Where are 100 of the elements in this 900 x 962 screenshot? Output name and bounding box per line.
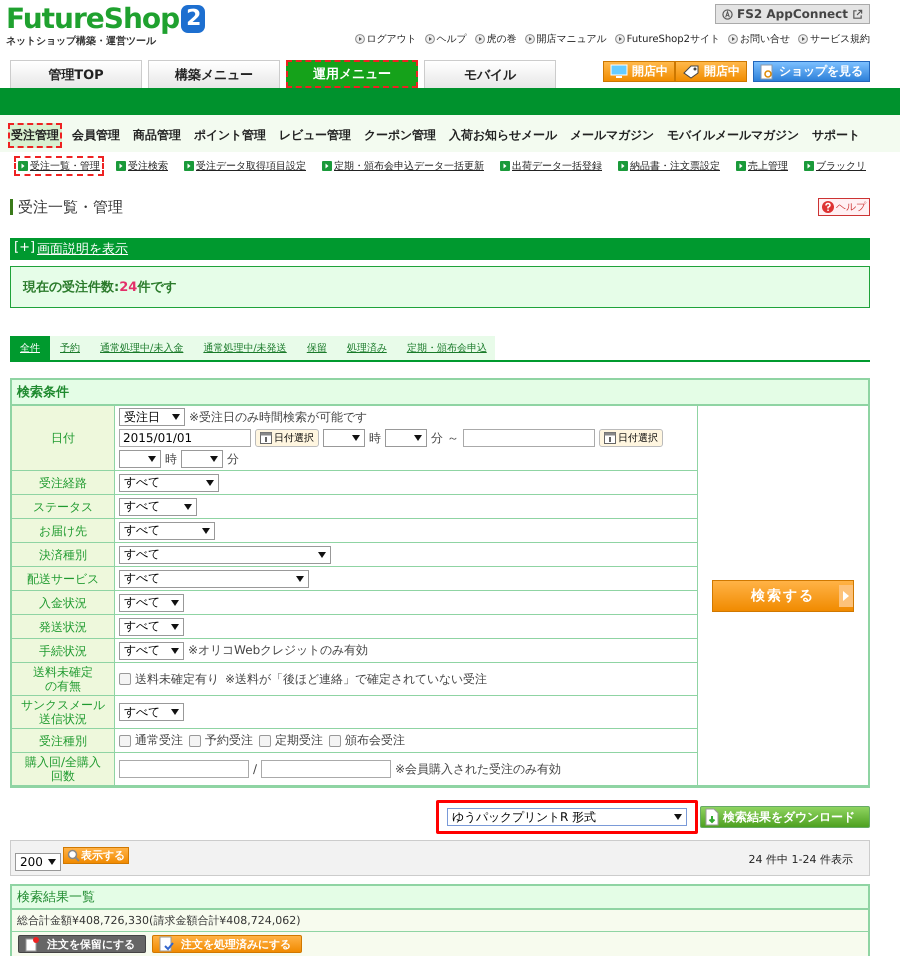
header-link[interactable]: お問い合せ (728, 32, 790, 46)
header-link[interactable]: FutureShop2サイト (614, 32, 720, 46)
arrow-square-icon (618, 161, 628, 171)
checkbox-option[interactable]: 定期受注 (259, 732, 323, 749)
field-label: 手続状況 (39, 644, 87, 658)
status-tab[interactable]: 処理済み (336, 336, 397, 360)
caret-down-icon (171, 648, 179, 654)
dropdown[interactable] (385, 429, 427, 447)
unit-label: 時 (369, 430, 381, 446)
checkbox-option[interactable]: 送料未確定有り (119, 670, 219, 688)
submenu-link[interactable]: 受注一覧・管理 (14, 156, 104, 176)
play-circle-icon (524, 34, 535, 44)
nav-menu-item[interactable]: 入荷お知らせメール (446, 123, 560, 148)
caret-down-icon (184, 504, 192, 510)
submenu-link[interactable]: ブラックリ (800, 156, 870, 176)
status-tab[interactable]: 通常処理中/未入金 (90, 336, 194, 360)
main-menu-tab[interactable]: 管理TOP (10, 60, 142, 88)
logo-tagline: ネットショップ構築・運営ツール (6, 34, 158, 48)
dropdown[interactable]: すべて (119, 546, 331, 564)
check-document-icon (159, 936, 175, 952)
note-text: ※会員購入された受注のみ有効 (395, 760, 562, 778)
checkbox-option[interactable]: 予約受注 (189, 732, 253, 749)
dropdown[interactable]: すべて (119, 594, 184, 612)
main-menu-tab[interactable]: 構築メニュー (148, 60, 280, 88)
help-button[interactable]: ヘルプ (818, 198, 870, 216)
play-circle-icon (728, 34, 738, 44)
status-tab[interactable]: 予約 (50, 336, 90, 360)
header-link[interactable]: ログアウト (354, 32, 417, 46)
nav-menu-item[interactable]: レビュー管理 (276, 123, 354, 148)
status-tab[interactable]: 保留 (296, 336, 337, 360)
dropdown[interactable]: すべて (119, 570, 309, 588)
status-tab[interactable]: 全件 (10, 336, 50, 360)
nav-menu-item[interactable]: 商品管理 (130, 123, 184, 148)
caret-down-icon (202, 528, 210, 534)
status-tab[interactable]: 定期・頒布会申込 (396, 336, 497, 360)
export-format-dropdown[interactable]: ゆうパックプリントR 形式 (447, 808, 687, 826)
caret-down-icon (48, 859, 56, 865)
caret-down-icon (171, 624, 179, 630)
order-action-button[interactable]: 注文を保留にする (18, 935, 146, 953)
page-title: 受注一覧・管理 (10, 199, 123, 215)
dropdown[interactable]: すべて (119, 703, 184, 721)
header-link[interactable]: 虎の巻 (474, 32, 517, 46)
dropdown[interactable]: 受注日 (119, 408, 185, 426)
input-field[interactable] (462, 429, 595, 447)
checkbox-option[interactable]: 頒布会受注 (329, 732, 405, 749)
arrow-square-icon (322, 161, 332, 171)
nav-menu-item[interactable]: モバイルメールマガジン (664, 123, 802, 148)
dropdown[interactable]: すべて (119, 498, 197, 516)
nav-menu-item[interactable]: 受注管理 (8, 123, 62, 148)
arrow-square-icon (116, 161, 126, 171)
submenu-link[interactable]: 納品書・注文票設定 (614, 156, 724, 176)
input-field[interactable] (119, 760, 249, 778)
checkbox-option[interactable]: 通常受注 (119, 732, 183, 749)
header-link[interactable]: サービス規約 (798, 32, 870, 46)
main-menu-tab[interactable]: モバイル (424, 60, 556, 88)
dropdown[interactable] (119, 450, 161, 468)
dropdown[interactable]: すべて (119, 642, 184, 660)
header-link[interactable]: ヘルプ (424, 32, 467, 46)
submenu-link[interactable]: 受注データ取得項目設定 (180, 156, 310, 176)
magnifier-page-icon (760, 64, 775, 80)
nav-menu-item[interactable]: クーポン管理 (361, 123, 439, 148)
submenu-link[interactable]: 売上管理 (732, 156, 792, 176)
dropdown[interactable]: すべて (119, 618, 184, 636)
dropdown[interactable]: すべて (119, 474, 219, 492)
input-field[interactable]: 2015/01/01 (119, 429, 251, 447)
play-circle-icon (614, 34, 625, 44)
input-field[interactable] (261, 760, 392, 778)
show-explanation-link[interactable]: 画面説明を表示 (37, 240, 128, 258)
dropdown[interactable]: すべて (119, 522, 215, 540)
field-label: お届け先 (39, 524, 87, 538)
expand-toggle[interactable]: [+] (14, 240, 36, 258)
unit-label: 分 ～ (431, 430, 459, 446)
date-picker-button[interactable]: 日付選択 (598, 429, 663, 447)
pin-document-icon (25, 936, 41, 952)
field-label: サンクスメール送信状況 (21, 698, 105, 726)
unit-label: 時 (165, 450, 177, 468)
order-count-text: 現在の受注件数:24件です (23, 280, 176, 295)
nav-menu-item[interactable]: メールマガジン (567, 123, 657, 148)
submenu-link[interactable]: 出荷データ一括登録 (496, 156, 606, 176)
date-picker-button[interactable]: 日付選択 (255, 429, 319, 447)
nav-menu-item[interactable]: 会員管理 (69, 123, 123, 148)
question-circle-icon (822, 201, 834, 213)
document-download-icon (705, 808, 719, 826)
caret-down-icon (172, 414, 180, 420)
per-page-dropdown[interactable]: 200 (15, 853, 61, 871)
dropdown[interactable] (181, 450, 223, 468)
header-link[interactable]: 開店マニュアル (524, 32, 607, 46)
dropdown[interactable] (323, 429, 365, 447)
field-label: 受注種別 (39, 734, 87, 748)
field-label: 受注経路 (39, 476, 87, 490)
search-conditions-header: 検索条件 (12, 380, 868, 406)
status-tab[interactable]: 通常処理中/未発送 (193, 336, 297, 360)
app-connect-button[interactable]: FS2 AppConnect (715, 4, 870, 24)
field-label: 入金状況 (39, 596, 87, 610)
submenu-link[interactable]: 受注検索 (112, 156, 172, 176)
total-amount-text: 総合計金額¥408,726,330(請求金額合計¥408,724,062) (12, 910, 868, 932)
caret-down-icon (171, 600, 179, 606)
submenu-link[interactable]: 定期・頒布会申込データ一括更新 (318, 156, 488, 176)
nav-menu-item[interactable]: サポート (809, 123, 863, 148)
nav-menu-item[interactable]: ポイント管理 (191, 123, 269, 148)
